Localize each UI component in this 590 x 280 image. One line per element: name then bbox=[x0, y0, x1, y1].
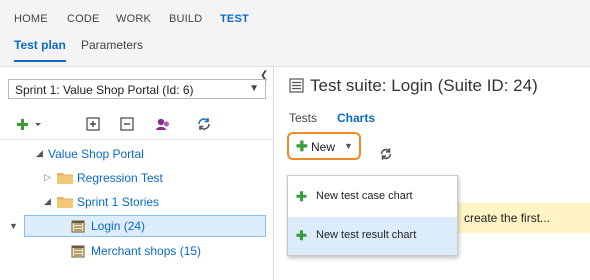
suite-toolbar bbox=[0, 107, 273, 141]
suite-title: Test suite: Login (Suite ID: 24) bbox=[310, 76, 538, 95]
test-plan-select[interactable]: Sprint 1: Value Shop Portal (Id: 6) ▼ bbox=[8, 79, 266, 99]
refresh-icon[interactable] bbox=[379, 147, 393, 161]
nav-home[interactable]: HOME bbox=[14, 13, 48, 25]
expanded-arrow-icon[interactable]: ◢ bbox=[44, 196, 51, 207]
new-chart-button-label: New bbox=[311, 140, 336, 154]
nav-work[interactable]: WORK bbox=[116, 13, 151, 25]
remove-icon[interactable] bbox=[119, 116, 135, 132]
nav-test[interactable]: TEST bbox=[220, 13, 249, 25]
folder-icon bbox=[57, 197, 73, 208]
chevron-down-icon: ▼ bbox=[344, 141, 353, 151]
tree-item-label: Value Shop Portal bbox=[48, 147, 144, 161]
tree-item-merchant-shops[interactable]: Merchant shops (15) bbox=[0, 240, 268, 262]
menu-item-label: New test case chart bbox=[316, 190, 413, 202]
active-tab-underline bbox=[14, 60, 66, 62]
test-plan-pane: ❮ Sprint 1: Value Shop Portal (Id: 6) ▼ bbox=[0, 67, 273, 280]
assign-testers-icon[interactable] bbox=[155, 116, 171, 132]
menu-item-new-test-result-chart[interactable]: ✚ New test result chart bbox=[288, 217, 457, 255]
expanded-arrow-icon[interactable]: ◢ bbox=[36, 148, 43, 159]
empty-charts-banner: create the first... bbox=[458, 203, 590, 233]
tab-charts[interactable]: Charts bbox=[337, 111, 375, 125]
tree-item-value-shop-portal[interactable]: ◢ Value Shop Portal bbox=[0, 143, 268, 165]
tab-test-plan[interactable]: Test plan bbox=[14, 38, 66, 52]
sync-icon[interactable] bbox=[196, 116, 212, 132]
plus-icon: ✚ bbox=[296, 228, 307, 243]
new-chart-button[interactable]: ✚ New ▼ bbox=[287, 132, 361, 160]
top-navigation: HOME CODE WORK BUILD TEST Test plan Para… bbox=[0, 0, 590, 67]
plus-icon[interactable] bbox=[16, 116, 44, 132]
tree-item-label: Sprint 1 Stories bbox=[77, 195, 160, 209]
plus-icon: ✚ bbox=[296, 138, 308, 154]
tab-parameters[interactable]: Parameters bbox=[81, 38, 143, 52]
suite-icon bbox=[71, 245, 85, 258]
add-suite-icon[interactable] bbox=[85, 116, 101, 132]
chevron-down-icon: ▼ bbox=[249, 83, 259, 94]
test-plan-select-value: Sprint 1: Value Shop Portal (Id: 6) bbox=[15, 83, 194, 97]
tree-item-label: Merchant shops (15) bbox=[91, 244, 202, 258]
banner-text: create the first... bbox=[464, 211, 551, 225]
tree-item-regression-test[interactable]: ▷ Regression Test bbox=[0, 167, 268, 189]
test-suite-header-icon bbox=[289, 78, 304, 93]
suite-icon bbox=[71, 220, 85, 233]
left-toolbar-divider bbox=[0, 139, 273, 140]
menu-item-new-test-case-chart[interactable]: ✚ New test case chart bbox=[288, 178, 457, 216]
nav-code[interactable]: CODE bbox=[67, 13, 100, 25]
tab-tests[interactable]: Tests bbox=[289, 111, 317, 125]
plus-icon: ✚ bbox=[296, 189, 307, 204]
row-context-arrow-icon[interactable]: ▼ bbox=[9, 221, 18, 231]
tree-item-sprint-1-stories[interactable]: ◢ Sprint 1 Stories bbox=[0, 191, 268, 213]
tree-item-login[interactable]: Login (24) bbox=[24, 215, 266, 237]
folder-icon bbox=[57, 173, 73, 184]
new-chart-menu: ✚ New test case chart ✚ New test result … bbox=[287, 175, 458, 256]
nav-build[interactable]: BUILD bbox=[169, 13, 202, 25]
collapsed-arrow-icon[interactable]: ▷ bbox=[44, 172, 51, 183]
tree-item-label: Regression Test bbox=[77, 171, 163, 185]
tree-item-label: Login (24) bbox=[91, 219, 146, 233]
menu-item-label: New test result chart bbox=[316, 229, 417, 241]
